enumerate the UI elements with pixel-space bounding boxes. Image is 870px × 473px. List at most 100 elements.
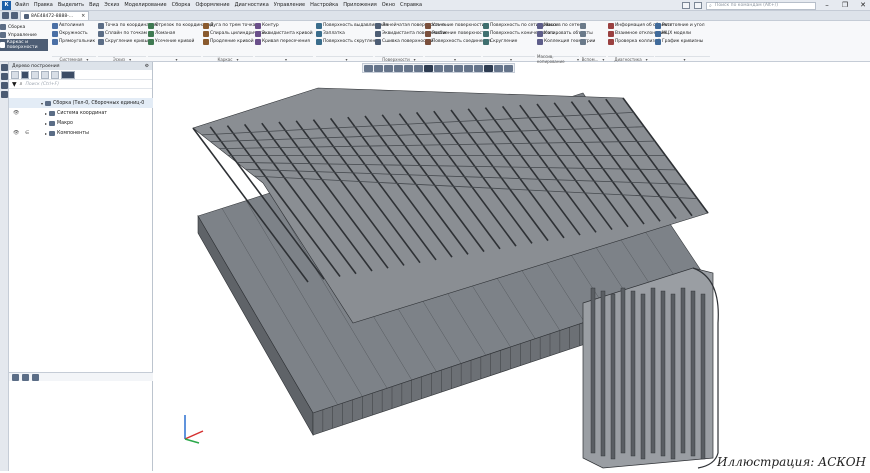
tree-search[interactable]: ▼ ⌕ Поиск (Ctrl+F) xyxy=(9,80,152,89)
panel-settings-icon[interactable]: ⚙ xyxy=(145,64,149,69)
tree-icon[interactable] xyxy=(1,64,8,71)
ribbon-button-10-0[interactable] xyxy=(580,22,592,30)
menu-edit[interactable]: Правка xyxy=(34,2,53,8)
ribbon-button-0-1[interactable]: Окружность xyxy=(52,30,100,38)
ribbon-group-footer[interactable] xyxy=(148,56,201,61)
ribbon-button-4-2[interactable]: Кривая пересечения xyxy=(255,38,318,46)
layers-icon[interactable] xyxy=(1,91,8,98)
structure-view-icon[interactable] xyxy=(21,70,29,79)
tree-search-input[interactable]: Поиск (Ctrl+F) xyxy=(25,82,59,87)
menu-control[interactable]: Управление xyxy=(274,2,305,8)
tree-item-components[interactable]: 👁 ∈ ▸ Компоненты xyxy=(9,128,153,138)
visibility-eye-icon[interactable]: 👁 xyxy=(13,130,19,136)
ribbon-group-footer[interactable] xyxy=(483,56,535,61)
ribbon-group-footer[interactable]: Системная xyxy=(52,56,96,62)
pin-icon[interactable] xyxy=(504,65,513,72)
mode-control[interactable]: Управление xyxy=(0,31,48,39)
expand-icon[interactable]: ▸ xyxy=(45,131,47,136)
menu-select[interactable]: Выделить xyxy=(58,2,84,8)
menu-assembly[interactable]: Сборка xyxy=(172,2,191,8)
tree-item-assembly[interactable]: ▾ Сборка (Тел-0, Сборочных единиц-0 xyxy=(9,98,153,108)
ribbon-button-12-1[interactable]: МЦХ модели xyxy=(655,30,710,38)
menu-settings[interactable]: Настройка xyxy=(310,2,338,8)
ribbon-group-footer[interactable]: Вспом... xyxy=(580,56,606,62)
tree-item-macro[interactable]: ▸ Макро xyxy=(9,118,153,128)
layers-tab-icon[interactable] xyxy=(22,373,29,381)
ribbon-group-footer[interactable]: Массив, копирование xyxy=(537,54,579,64)
ribbon-button-10-2[interactable] xyxy=(580,38,592,46)
link-icon[interactable]: ∈ xyxy=(25,130,29,136)
variables-icon[interactable] xyxy=(1,82,8,89)
zoom-fit-icon[interactable] xyxy=(364,65,373,72)
menu-modeling[interactable]: Моделирование xyxy=(124,2,166,8)
close-tab-icon[interactable]: × xyxy=(81,13,85,19)
ship-hull-model[interactable] xyxy=(153,73,870,471)
menu-sketch[interactable]: Эскиз xyxy=(104,2,119,8)
restore-button[interactable]: ❐ xyxy=(838,0,852,11)
ribbon-group-footer[interactable]: Эскиз xyxy=(98,56,146,62)
ribbon-button-12-2[interactable]: График кривизны xyxy=(655,38,710,46)
zoom-window-icon[interactable] xyxy=(374,65,383,72)
perspective-icon[interactable] xyxy=(454,65,463,72)
ribbon-button-4-1[interactable]: Эквидистанта кривой xyxy=(255,30,318,38)
pan-icon[interactable] xyxy=(394,65,403,72)
properties-icon[interactable] xyxy=(1,73,8,80)
menu-diagnostics[interactable]: Диагностика xyxy=(235,2,269,8)
close-button[interactable]: ✕ xyxy=(856,0,870,11)
mode-wireframe-surfaces[interactable]: Каркас и поверхности xyxy=(0,39,48,51)
home-icon[interactable] xyxy=(2,12,9,19)
ribbon-group-footer[interactable] xyxy=(255,56,313,61)
sort-icon[interactable] xyxy=(41,70,49,79)
funnel-icon[interactable]: ▼ xyxy=(12,81,17,88)
ribbon-group-footer[interactable] xyxy=(425,56,481,61)
group-icon[interactable] xyxy=(61,70,75,79)
app-logo-icon[interactable]: К xyxy=(2,0,11,10)
screen-icon[interactable] xyxy=(694,2,702,9)
orientation-icon[interactable] xyxy=(414,65,423,72)
measure-icon[interactable] xyxy=(494,65,503,72)
filter-icon[interactable] xyxy=(31,70,39,79)
zoom-icon[interactable] xyxy=(384,65,393,72)
rotate-icon[interactable] xyxy=(404,65,413,72)
ribbon-button-0-0[interactable]: Автолиния xyxy=(52,22,100,30)
section-icon[interactable] xyxy=(444,65,453,72)
ribbon-button-12-0[interactable]: Расстояние и угол xyxy=(655,22,710,30)
filter-view-icon[interactable] xyxy=(474,65,483,72)
ribbon-group-6: Линейчатая поверхность п... Эквидистанта … xyxy=(375,22,449,55)
ribbon-button-0-2[interactable]: Прямоугольник xyxy=(52,38,100,46)
expand-icon[interactable]: ▸ xyxy=(45,111,47,116)
command-search-input[interactable]: ⌕ Поиск по командам (Alt+/) xyxy=(706,1,816,10)
hide-icon[interactable] xyxy=(464,65,473,72)
variables-tab-icon[interactable] xyxy=(32,373,39,381)
expand-icon[interactable]: ▸ xyxy=(45,121,47,126)
minimize-button[interactable]: – xyxy=(820,0,834,11)
tree-view-icon[interactable] xyxy=(11,70,19,79)
menu-drawing[interactable]: Оформление xyxy=(196,2,230,8)
menu-file[interactable]: Файл xyxy=(15,2,29,8)
layout-icon[interactable] xyxy=(682,2,690,9)
mode-assembly[interactable]: Сборка xyxy=(0,23,48,31)
ribbon-group-footer[interactable] xyxy=(316,56,373,61)
new-document-icon[interactable] xyxy=(11,12,18,19)
visibility-eye-icon[interactable]: 👁 xyxy=(13,110,19,116)
model-viewport[interactable]: Иллюстрация: АСКОН xyxy=(153,73,870,471)
menu-help[interactable]: Справка xyxy=(400,2,422,8)
ribbon-group-footer[interactable]: Поверхности xyxy=(375,56,423,62)
ribbon-group-footer[interactable] xyxy=(655,56,710,61)
document-tab[interactable]: 8AE48472-8888-... × xyxy=(20,11,90,20)
title-bar: К Файл Правка Выделить Вид Эскиз Моделир… xyxy=(0,0,870,11)
tree-tab-icon[interactable] xyxy=(12,373,19,381)
tree-item-coordinate-system[interactable]: 👁 ▸ Система координат xyxy=(9,108,153,118)
ribbon-button-4-0[interactable]: Контур xyxy=(255,22,318,30)
ribbon-group-footer[interactable]: Каркас xyxy=(203,56,253,62)
menu-apps[interactable]: Приложения xyxy=(343,2,377,8)
menu-window[interactable]: Окно xyxy=(382,2,395,8)
ribbon-group-footer[interactable]: Диагностика xyxy=(608,56,654,62)
expand-icon[interactable]: ▾ xyxy=(41,101,43,106)
ribbon-button-10-1[interactable] xyxy=(580,30,592,38)
display-mode-icon[interactable] xyxy=(424,65,433,72)
shading-icon[interactable] xyxy=(434,65,443,72)
list-icon[interactable] xyxy=(51,70,59,79)
menu-view[interactable]: Вид xyxy=(89,2,99,8)
selection-filter-icon[interactable] xyxy=(484,65,493,72)
